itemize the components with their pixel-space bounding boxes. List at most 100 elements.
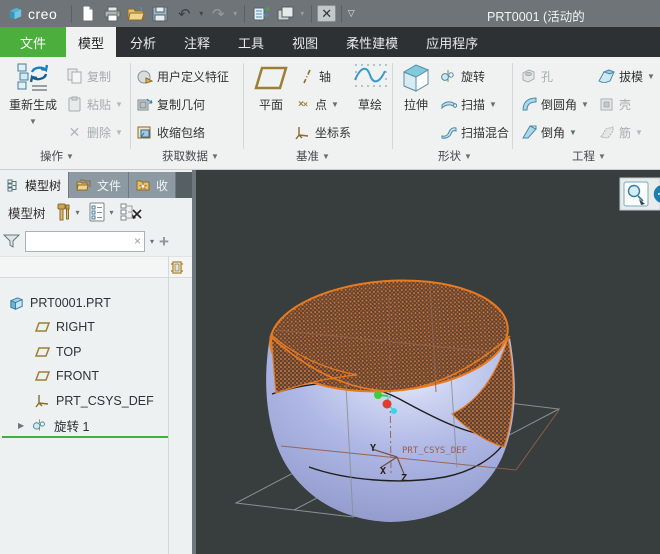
- viewport-canvas[interactable]: Y X Z PRT_CSYS_DEF: [196, 170, 660, 554]
- round-dropdown[interactable]: ▼: [581, 100, 589, 109]
- toolbar-options-dropdown[interactable]: ▽: [346, 8, 356, 19]
- draft-dropdown[interactable]: ▼: [647, 72, 655, 81]
- tree-item-part[interactable]: PRT0001.PRT: [8, 292, 111, 314]
- tab-file[interactable]: 文件: [0, 27, 66, 57]
- tree-search-input[interactable]: [26, 232, 144, 251]
- csys-icon: [34, 393, 50, 409]
- paste-dropdown: ▼: [115, 100, 123, 109]
- csys-point-red[interactable]: [383, 400, 392, 409]
- tree-settings-dropdown[interactable]: ▾: [110, 208, 114, 217]
- filter-funnel-icon[interactable]: [0, 230, 22, 252]
- tab-analysis[interactable]: 分析: [116, 27, 170, 57]
- redo-button: ↷: [207, 3, 229, 25]
- tree-item-right-plane[interactable]: RIGHT: [34, 316, 95, 338]
- tab-tools[interactable]: 工具: [224, 27, 278, 57]
- tab-flexible-modeling[interactable]: 柔性建模: [332, 27, 412, 57]
- divider: [243, 63, 244, 149]
- group-get-data[interactable]: 获取数据▼: [162, 148, 219, 164]
- datum-plane-button[interactable]: 平面: [248, 60, 294, 113]
- close-window-button[interactable]: ✕: [317, 5, 336, 22]
- search-dropdown[interactable]: ▾: [150, 237, 154, 246]
- graphics-viewport[interactable]: Y X Z PRT_CSYS_DEF: [196, 170, 660, 554]
- new-file-button[interactable]: [77, 3, 99, 25]
- extrude-button[interactable]: 拉伸: [396, 60, 436, 113]
- regenerate-dropdown[interactable]: ▼: [29, 117, 37, 126]
- tree-settings-button[interactable]: [86, 201, 108, 223]
- favorites-folder-icon: [136, 179, 151, 192]
- tree-item-csys[interactable]: PRT_CSYS_DEF: [34, 390, 154, 412]
- shrinkwrap-button[interactable]: 收缩包络: [136, 120, 205, 144]
- open-button[interactable]: [125, 3, 147, 25]
- datum-plane-icon: [34, 344, 50, 360]
- extrude-icon: [399, 60, 433, 96]
- datum-axis-button[interactable]: 轴: [298, 64, 331, 88]
- chamfer-dropdown[interactable]: ▼: [569, 128, 577, 137]
- point-dropdown[interactable]: ▼: [331, 100, 339, 109]
- draft-button[interactable]: 拔模 ▼: [598, 64, 655, 88]
- divider: [130, 63, 131, 149]
- delete-icon: ✕: [66, 124, 83, 141]
- user-defined-feature-button[interactable]: 用户定义特征: [136, 64, 229, 88]
- expander-icon[interactable]: ▶: [18, 421, 26, 430]
- datum-plane-icon: [34, 368, 50, 384]
- group-engineering[interactable]: 工程▼: [572, 148, 606, 164]
- copy-geometry-button[interactable]: 复制几何: [136, 92, 205, 116]
- swept-blend-button[interactable]: 扫描混合: [440, 120, 509, 144]
- divider: [168, 256, 169, 554]
- round-button[interactable]: 倒圆角 ▼: [520, 92, 589, 116]
- axis-icon: [298, 68, 315, 85]
- sketch-button[interactable]: 草绘: [350, 60, 390, 113]
- tree-show-button[interactable]: [120, 201, 142, 223]
- group-operations[interactable]: 操作▼: [40, 148, 74, 164]
- undo-button[interactable]: ↶: [173, 3, 195, 25]
- tab-view[interactable]: 视图: [278, 27, 332, 57]
- panel-tab-bar: 模型树 文件 收: [0, 172, 196, 198]
- app-name: creo: [28, 6, 57, 22]
- windows-button[interactable]: [274, 3, 296, 25]
- datum-csys-button[interactable]: 坐标系: [294, 120, 351, 144]
- shell-icon: [598, 96, 615, 113]
- rib-dropdown: ▼: [635, 128, 643, 137]
- print-button[interactable]: [101, 3, 123, 25]
- search-clear-icon[interactable]: ×: [134, 234, 141, 248]
- datum-point-button[interactable]: ×× 点 ▼: [294, 92, 339, 116]
- ribbon-tab-bar: 文件 模型 分析 注释 工具 视图 柔性建模 应用程序: [0, 27, 660, 57]
- model-tree-panel: 模型树 文件 收 模型树 ▾ ▾ × ▾ + PRT0001.PRT: [0, 170, 196, 554]
- sketch-icon: [353, 60, 387, 96]
- tab-annotate[interactable]: 注释: [170, 27, 224, 57]
- regenerate-manager-button[interactable]: [250, 3, 272, 25]
- tab-applications[interactable]: 应用程序: [412, 27, 492, 57]
- sweep-button[interactable]: 扫描 ▼: [440, 92, 497, 116]
- filter-add-button[interactable]: +: [159, 233, 169, 250]
- tree-search-box: ×: [25, 231, 145, 252]
- csys-point-green[interactable]: [374, 391, 382, 399]
- sweep-dropdown[interactable]: ▼: [489, 100, 497, 109]
- tree-insert-indicator[interactable]: [2, 436, 168, 438]
- tree-filter-row: × ▾ +: [0, 226, 196, 256]
- group-datum[interactable]: 基准▼: [296, 148, 330, 164]
- panel-tab-folder-browser[interactable]: 文件: [69, 172, 129, 198]
- panel-tab-favorites[interactable]: 收: [129, 172, 176, 198]
- column-settings-icon[interactable]: [170, 260, 184, 275]
- save-button[interactable]: [149, 3, 171, 25]
- regenerate-button[interactable]: 重新生成 ▼: [4, 60, 62, 126]
- copy-geometry-icon: [136, 96, 153, 113]
- model-tree-icon: [7, 179, 20, 192]
- tree-column-header[interactable]: [0, 256, 192, 278]
- tab-model[interactable]: 模型: [66, 27, 116, 57]
- shrinkwrap-icon: [136, 124, 153, 141]
- tree-tools-dropdown[interactable]: ▾: [76, 208, 80, 217]
- undo-dropdown[interactable]: ▾: [196, 9, 206, 18]
- group-shapes[interactable]: 形状▼: [438, 148, 472, 164]
- tree-item-revolve-1[interactable]: ▶ 旋转 1: [18, 414, 89, 436]
- chamfer-button[interactable]: 倒角 ▼: [520, 120, 577, 144]
- swept-blend-icon: [440, 124, 457, 141]
- folders-icon: [76, 179, 92, 192]
- draft-icon: [598, 68, 615, 85]
- tree-item-front-plane[interactable]: FRONT: [34, 365, 99, 387]
- csys-point-cyan[interactable]: [391, 408, 397, 414]
- panel-tab-model-tree[interactable]: 模型树: [0, 172, 69, 198]
- revolve-button[interactable]: 旋转: [440, 64, 485, 88]
- tree-tools-button[interactable]: [52, 201, 74, 223]
- tree-item-top-plane[interactable]: TOP: [34, 341, 81, 363]
